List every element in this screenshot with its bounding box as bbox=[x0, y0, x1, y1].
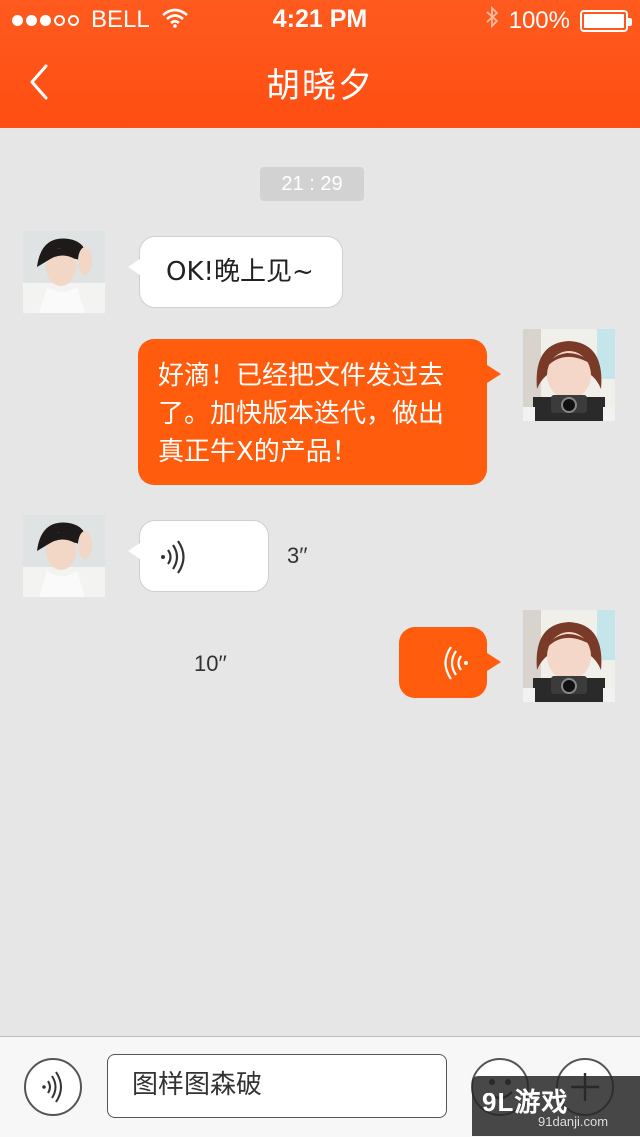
voice-wave-icon bbox=[160, 539, 186, 579]
watermark-url: 91danji.com bbox=[538, 1114, 609, 1129]
battery-percent: 100% bbox=[508, 6, 570, 34]
contact-avatar[interactable] bbox=[23, 515, 105, 597]
status-right: 100% bbox=[485, 5, 632, 35]
message-line: 好滴！已经把文件发过去 bbox=[158, 361, 445, 391]
incoming-voice-bubble[interactable] bbox=[128, 520, 269, 592]
message-input[interactable]: 图样图森破 bbox=[107, 1054, 447, 1118]
chat-timestamp: 21 : 29 bbox=[260, 167, 364, 201]
voice-wave-icon bbox=[42, 1071, 62, 1103]
status-bar: BELL 4:21 PM 100% bbox=[0, 0, 640, 40]
message-line: 真正牛X的产品！ bbox=[158, 437, 358, 467]
voice-duration: 10′′ bbox=[194, 651, 227, 676]
message-text: 好滴！已经把文件发过去 了。加快版本迭代，做出 真正牛X的产品！ bbox=[158, 357, 444, 471]
my-avatar[interactable] bbox=[523, 329, 615, 421]
incoming-message-bubble[interactable]: OK!晚上见~ bbox=[128, 236, 343, 308]
bluetooth-icon bbox=[485, 5, 499, 35]
outgoing-voice-bubble[interactable] bbox=[399, 627, 501, 698]
voice-input-button[interactable] bbox=[24, 1058, 82, 1116]
my-avatar[interactable] bbox=[523, 610, 615, 702]
message-line: 了。加快版本迭代，做出 bbox=[158, 399, 445, 429]
watermark: 9L游戏 91danji.com bbox=[472, 1076, 640, 1136]
battery-icon bbox=[580, 9, 632, 32]
voice-wave-icon bbox=[443, 645, 469, 685]
nav-header: BELL 4:21 PM 100% 胡晓夕 bbox=[0, 0, 640, 128]
contact-avatar[interactable] bbox=[23, 231, 105, 313]
voice-duration: 3′′ bbox=[287, 543, 308, 568]
page-title: 胡晓夕 bbox=[266, 66, 374, 106]
message-text: OK!晚上见~ bbox=[166, 257, 314, 287]
outgoing-message-bubble[interactable]: 好滴！已经把文件发过去 了。加快版本迭代，做出 真正牛X的产品！ bbox=[138, 339, 501, 485]
